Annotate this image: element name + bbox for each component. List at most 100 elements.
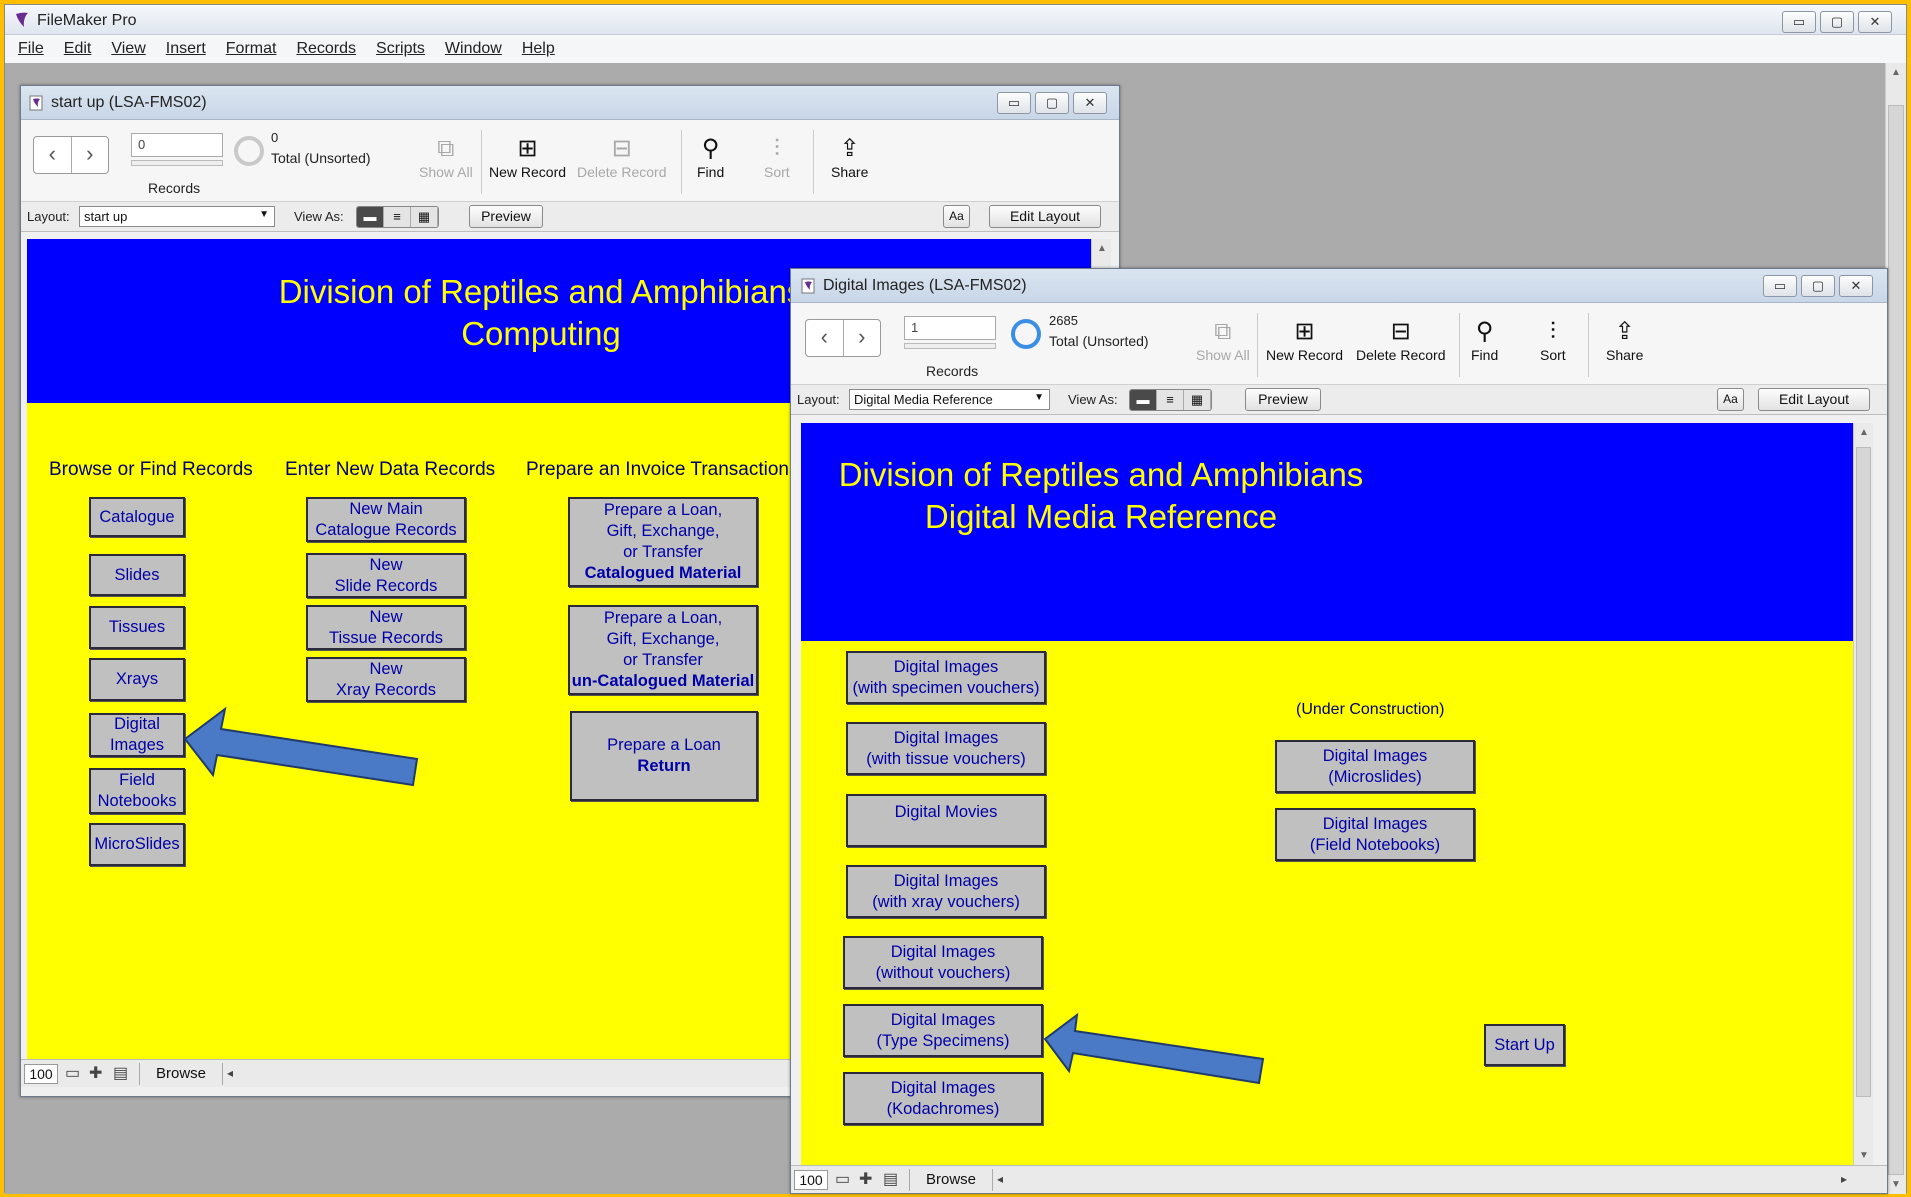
new-slide-records-button[interactable]: New Slide Records xyxy=(306,553,466,598)
digital-images-kodachromes-button[interactable]: Digital Images (Kodachromes) xyxy=(843,1072,1043,1125)
win2-preview-button[interactable]: Preview xyxy=(1245,388,1321,411)
win1-sort-button[interactable]: ⫶ Sort xyxy=(764,134,790,180)
win2-maximize-button[interactable]: ▢ xyxy=(1801,275,1835,297)
win2-scroll-up-icon[interactable]: ▲ xyxy=(1854,427,1874,438)
win2-record-slider[interactable] xyxy=(904,343,996,349)
win2-zoom-level[interactable]: 100 xyxy=(794,1170,828,1190)
menu-scripts[interactable]: Scripts xyxy=(376,40,425,58)
toolbar-toggle-icon[interactable]: ▤ xyxy=(113,1063,128,1083)
win2-scroll-down-icon[interactable]: ▼ xyxy=(1854,1150,1874,1161)
menu-view[interactable]: View xyxy=(111,40,145,58)
digital-images-specimen-button[interactable]: Digital Images (with specimen vouchers) xyxy=(846,651,1046,704)
win1-share-button[interactable]: ⇪ Share xyxy=(831,134,868,180)
app-minimize-button[interactable]: ▭ xyxy=(1782,11,1816,33)
digital-images-novoucher-button[interactable]: Digital Images (without vouchers) xyxy=(843,936,1043,989)
menu-insert[interactable]: Insert xyxy=(166,40,206,58)
win2-sort-button[interactable]: ⫶ Sort xyxy=(1540,317,1566,363)
win2-share-button[interactable]: ⇪ Share xyxy=(1606,317,1643,363)
win1-prev-record-icon[interactable]: ‹ xyxy=(34,137,72,173)
main-scroll-up-icon[interactable]: ▲ xyxy=(1886,67,1906,78)
win2-scroll-thumb[interactable] xyxy=(1856,447,1871,1097)
win2-text-format-icon[interactable]: Aa xyxy=(1717,388,1744,411)
form-view-icon[interactable]: ▬ xyxy=(357,207,384,227)
list-view-icon[interactable]: ≡ xyxy=(1157,390,1184,410)
win1-new-record-button[interactable]: ⊞ New Record xyxy=(489,134,566,180)
form-view-icon[interactable]: ▬ xyxy=(1130,390,1157,410)
new-xray-records-button[interactable]: New Xray Records xyxy=(306,657,466,702)
main-scrollbar[interactable]: ▲ ▼ xyxy=(1885,63,1906,1194)
loan-uncatalogued-button[interactable]: Prepare a Loan, Gift, Exchange, or Trans… xyxy=(568,605,758,695)
scroll-left-icon[interactable]: ◂ xyxy=(997,1172,1003,1186)
digital-images-microslides-button[interactable]: Digital Images (Microslides) xyxy=(1275,740,1475,793)
scroll-right-icon[interactable]: ▸ xyxy=(1841,1172,1847,1186)
win1-preview-button[interactable]: Preview xyxy=(469,205,543,228)
menu-file[interactable]: File xyxy=(18,40,44,58)
win1-maximize-button[interactable]: ▢ xyxy=(1035,92,1069,114)
zoom-in-icon[interactable]: ✚ xyxy=(859,1169,872,1189)
win1-next-record-icon[interactable]: › xyxy=(72,137,109,173)
win1-layout-select[interactable]: start up ▼ xyxy=(79,206,275,227)
xrays-button[interactable]: Xrays xyxy=(89,658,185,701)
tissues-button[interactable]: Tissues xyxy=(89,606,185,649)
menu-window[interactable]: Window xyxy=(445,40,502,58)
win2-show-all-button[interactable]: ⧉ Show All xyxy=(1196,317,1250,363)
win1-text-format-icon[interactable]: Aa xyxy=(943,205,970,228)
loan-return-button[interactable]: Prepare a Loan Return xyxy=(570,711,758,801)
scroll-left-icon[interactable]: ◂ xyxy=(227,1066,233,1080)
win1-record-number-input[interactable]: 0 xyxy=(131,133,223,157)
dimg-notebooks-line1: Digital Images xyxy=(1322,814,1428,833)
win2-next-record-icon[interactable]: › xyxy=(844,320,881,356)
win2-close-button[interactable]: ✕ xyxy=(1839,275,1873,297)
app-maximize-button[interactable]: ▢ xyxy=(1820,11,1854,33)
start-up-button[interactable]: Start Up xyxy=(1484,1024,1565,1066)
microslides-button[interactable]: MicroSlides xyxy=(89,823,185,866)
win1-delete-record-button[interactable]: ⊟ Delete Record xyxy=(577,134,667,180)
win2-layout-select[interactable]: Digital Media Reference ▼ xyxy=(849,389,1050,410)
digital-images-tissue-button[interactable]: Digital Images (with tissue vouchers) xyxy=(846,722,1046,775)
app-close-button[interactable]: ✕ xyxy=(1858,11,1892,33)
main-scroll-thumb[interactable] xyxy=(1888,105,1904,1175)
win1-minimize-button[interactable]: ▭ xyxy=(997,92,1031,114)
win2-mode-popup[interactable]: Browse xyxy=(909,1169,993,1191)
catalogue-button[interactable]: Catalogue xyxy=(89,497,185,537)
win2-edit-layout-button[interactable]: Edit Layout xyxy=(1758,388,1870,411)
win1-zoom-level[interactable]: 100 xyxy=(24,1064,58,1084)
win1-find-button[interactable]: ⚲ Find xyxy=(697,134,724,180)
zoom-out-icon[interactable]: ▭ xyxy=(65,1063,80,1083)
menu-format[interactable]: Format xyxy=(226,40,277,58)
new-catalogue-records-button[interactable]: New Main Catalogue Records xyxy=(306,497,466,542)
menu-records[interactable]: Records xyxy=(296,40,356,58)
win2-record-number-input[interactable]: 1 xyxy=(904,316,996,340)
new-tissue-records-button[interactable]: New Tissue Records xyxy=(306,605,466,650)
digital-images-field-notebooks-button[interactable]: Digital Images (Field Notebooks) xyxy=(1275,808,1475,861)
win1-scroll-up-icon[interactable]: ▲ xyxy=(1092,243,1112,254)
digital-images-button[interactable]: Digital Images xyxy=(89,713,185,757)
chevron-down-icon: ▼ xyxy=(1034,392,1044,403)
menu-help[interactable]: Help xyxy=(522,40,555,58)
win1-close-button[interactable]: ✕ xyxy=(1073,92,1107,114)
table-view-icon[interactable]: ▦ xyxy=(411,207,438,227)
win1-show-all-button[interactable]: ⧉ Show All xyxy=(419,134,473,180)
menu-edit[interactable]: Edit xyxy=(64,40,92,58)
field-notebooks-button[interactable]: Field Notebooks xyxy=(89,768,185,814)
digital-images-xray-button[interactable]: Digital Images (with xray vouchers) xyxy=(846,865,1046,918)
zoom-out-icon[interactable]: ▭ xyxy=(835,1169,850,1189)
win1-record-slider[interactable] xyxy=(131,160,223,166)
slides-button[interactable]: Slides xyxy=(89,554,185,596)
win1-edit-layout-button[interactable]: Edit Layout xyxy=(989,205,1101,228)
digital-movies-button[interactable]: Digital Movies xyxy=(846,794,1046,847)
table-view-icon[interactable]: ▦ xyxy=(1184,390,1211,410)
main-scroll-down-icon[interactable]: ▼ xyxy=(1886,1179,1906,1190)
win2-find-button[interactable]: ⚲ Find xyxy=(1471,317,1498,363)
loan-catalogued-button[interactable]: Prepare a Loan, Gift, Exchange, or Trans… xyxy=(568,497,758,587)
win2-delete-record-button[interactable]: ⊟ Delete Record xyxy=(1356,317,1446,363)
win2-prev-record-icon[interactable]: ‹ xyxy=(806,320,844,356)
zoom-in-icon[interactable]: ✚ xyxy=(89,1063,102,1083)
win2-new-record-button[interactable]: ⊞ New Record xyxy=(1266,317,1343,363)
win2-minimize-button[interactable]: ▭ xyxy=(1763,275,1797,297)
win1-mode-popup[interactable]: Browse xyxy=(139,1063,223,1085)
digital-images-type-specimens-button[interactable]: Digital Images (Type Specimens) xyxy=(843,1004,1043,1057)
list-view-icon[interactable]: ≡ xyxy=(384,207,411,227)
toolbar-toggle-icon[interactable]: ▤ xyxy=(883,1169,898,1189)
win2-scrollbar[interactable]: ▲ ▼ xyxy=(1853,423,1873,1165)
